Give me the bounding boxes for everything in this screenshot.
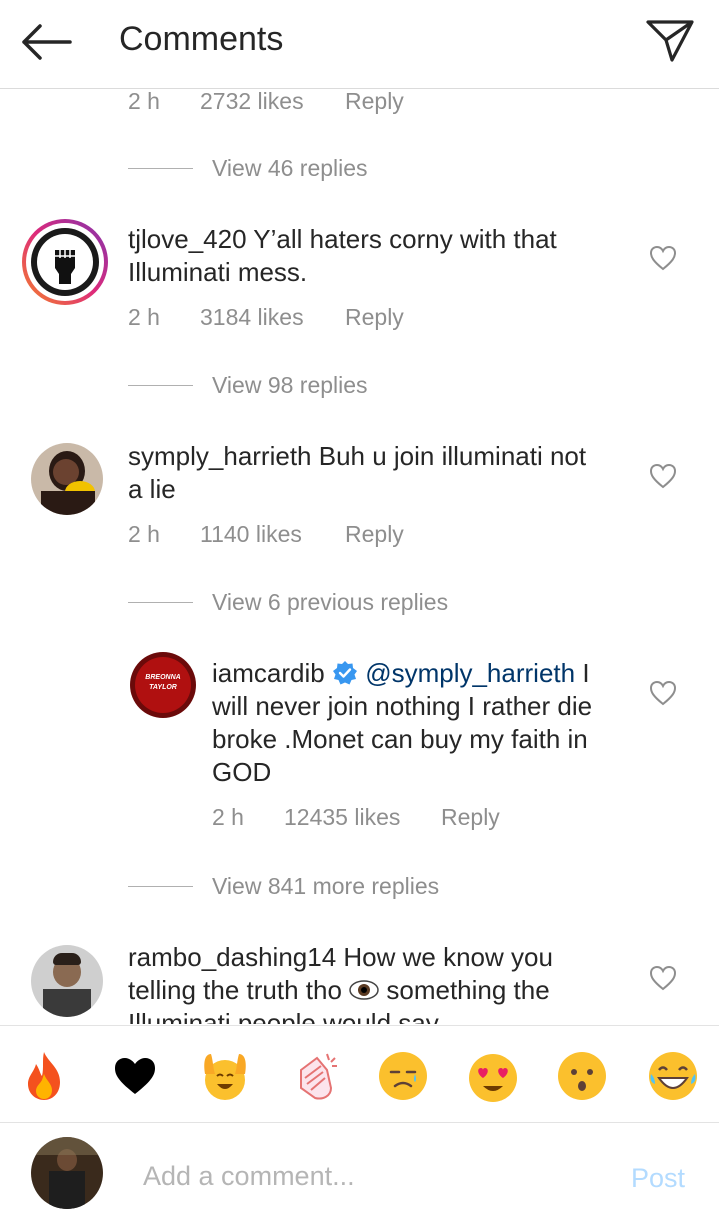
avatar[interactable] <box>31 945 103 1017</box>
post-button[interactable]: Post <box>631 1163 685 1194</box>
raising-hands-emoji[interactable] <box>197 1048 253 1104</box>
comment-likes[interactable]: 3184 likes <box>200 304 304 331</box>
comment-composer: Add a comment... Post <box>0 1122 719 1224</box>
comment-text: iamcardib @symply_harrieth I will never … <box>212 658 593 787</box>
back-arrow-icon[interactable] <box>18 22 74 62</box>
comment-text: tjlove_420 Y’all haters corny with that … <box>128 224 557 287</box>
avatar-text: TAYLOR <box>149 684 177 691</box>
comment-username[interactable]: rambo_dashing14 <box>128 942 336 972</box>
verified-badge-icon <box>332 661 357 685</box>
comment-text: rambo_dashing14 How we know you telling … <box>128 942 553 1024</box>
eye-emoji-icon <box>349 980 379 1000</box>
top-bar: Comments <box>0 0 719 89</box>
reply-button[interactable]: Reply <box>345 304 404 331</box>
divider <box>128 168 193 169</box>
divider <box>128 385 193 386</box>
reply-button[interactable]: Reply <box>345 521 404 548</box>
divider <box>128 886 193 887</box>
reply-button[interactable]: Reply <box>441 804 500 831</box>
comment-username[interactable]: symply_harrieth <box>128 441 312 471</box>
comment-input[interactable]: Add a comment... <box>143 1161 355 1192</box>
comment-username[interactable]: tjlove_420 <box>128 224 247 254</box>
avatar[interactable]: BREONNA TAYLOR <box>130 652 196 718</box>
page-title: Comments <box>119 20 284 58</box>
comment-likes[interactable]: 1140 likes <box>200 521 302 548</box>
avatar[interactable] <box>22 219 108 305</box>
surprised-face-emoji[interactable] <box>554 1048 610 1104</box>
current-user-avatar <box>31 1137 103 1209</box>
direct-send-icon[interactable] <box>644 16 696 64</box>
avatar[interactable] <box>31 443 103 515</box>
black-heart-icon[interactable] <box>107 1048 163 1104</box>
like-heart-icon[interactable] <box>649 245 677 271</box>
heart-eyes-emoji[interactable] <box>465 1048 521 1104</box>
mention-link[interactable]: @symply_harrieth <box>365 658 575 688</box>
comment-likes[interactable]: 2732 likes <box>200 88 304 115</box>
fire-emoji[interactable] <box>16 1048 72 1104</box>
comment-time: 2 h <box>128 521 160 547</box>
like-heart-icon[interactable] <box>649 680 677 706</box>
sad-face-emoji[interactable] <box>375 1048 431 1104</box>
laughing-face-emoji[interactable] <box>645 1048 701 1104</box>
like-heart-icon[interactable] <box>649 965 677 991</box>
avatar-text: BREONNA <box>145 674 181 681</box>
divider <box>128 602 193 603</box>
comment-time: 2 h <box>212 804 244 830</box>
emoji-quick-bar <box>0 1025 719 1122</box>
comment-text: symply_harrieth Buh u join illuminati no… <box>128 441 587 504</box>
comment-time: 2 h <box>128 88 160 114</box>
comment-likes[interactable]: 12435 likes <box>284 804 400 831</box>
raised-fist-icon <box>37 234 93 290</box>
reply-button[interactable]: Reply <box>345 88 404 115</box>
comment-username[interactable]: iamcardib <box>212 658 325 688</box>
like-heart-icon[interactable] <box>649 463 677 489</box>
comments-list[interactable]: 2 h 2732 likes Reply View 46 replies tjl… <box>0 88 719 1024</box>
comment-time: 2 h <box>128 304 160 330</box>
clapping-hands-emoji[interactable] <box>287 1048 343 1104</box>
